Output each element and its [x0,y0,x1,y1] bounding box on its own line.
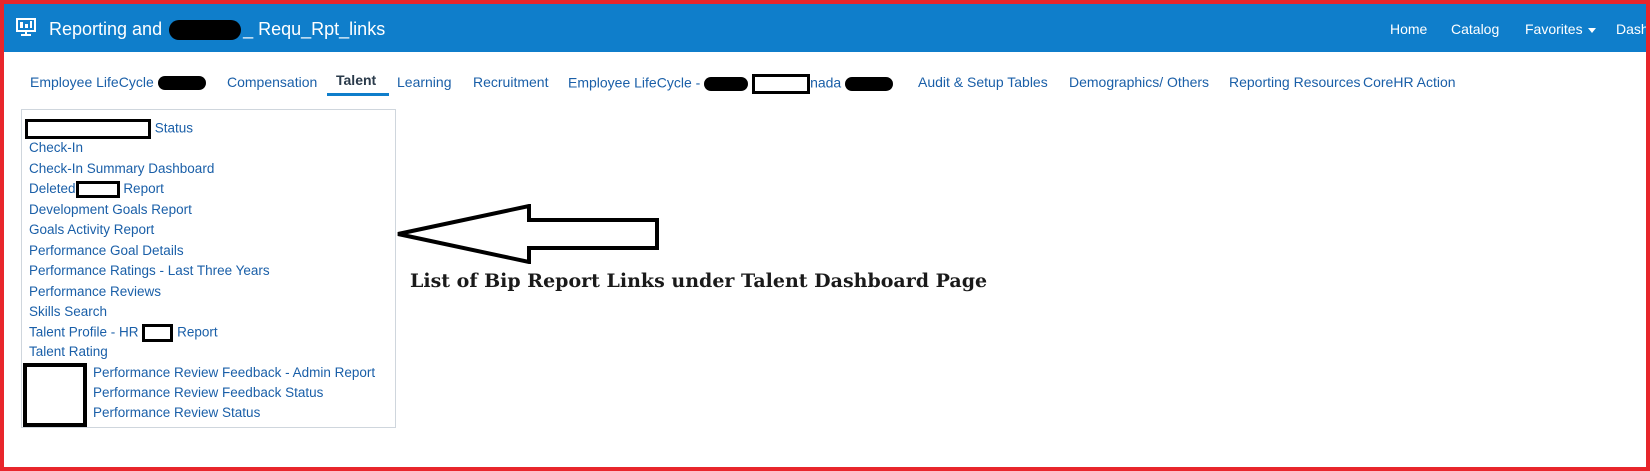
nav-favorites-menu[interactable]: Favorites [1525,21,1596,37]
tab-redaction [845,77,894,91]
report-link-review-feedback-admin[interactable]: Performance Review Feedback - Admin Repo… [93,365,375,381]
dashboard-monitor-icon[interactable] [16,18,36,36]
tab-corehr-action[interactable]: CoreHR Action [1363,74,1456,90]
link-label: Report [177,324,218,340]
annotation-caption: List of Bip Report Links under Talent Da… [410,270,988,292]
report-link-review-feedback-status[interactable]: Performance Review Feedback Status [93,385,323,401]
report-link-deleted-report[interactable]: Deleted Report [29,181,164,198]
link-label: Talent Profile - HR [29,324,139,340]
link-redaction-box [142,324,174,342]
tab-employee-lifecycle-regional[interactable]: Employee LifeCycle - nada [568,74,894,94]
tab-redaction-box [752,74,811,94]
tab-learning[interactable]: Learning [397,74,452,90]
report-link-check-in-summary[interactable]: Check-In Summary Dashboard [29,161,214,177]
nav-home-link[interactable]: Home [1390,21,1427,37]
link-redaction-box [75,181,120,198]
redaction-block [23,363,87,427]
tab-label: Employee LifeCycle [30,74,154,90]
report-link-performance-goal-details[interactable]: Performance Goal Details [29,243,184,259]
tab-compensation[interactable]: Compensation [227,74,317,90]
caret-down-icon [1587,27,1596,33]
nav-catalog-link[interactable]: Catalog [1451,21,1499,37]
tab-audit-setup-tables[interactable]: Audit & Setup Tables [918,74,1048,90]
page-title: Reporting and _ Requ_Rpt_links [49,18,386,41]
tab-redaction [704,77,749,91]
nav-favorites-label: Favorites [1525,21,1583,37]
link-label: Status [154,120,194,136]
title-redaction [169,20,242,41]
report-link-check-in[interactable]: Check-In [29,140,83,156]
report-link-performance-reviews[interactable]: Performance Reviews [29,284,161,300]
report-link-development-goals[interactable]: Development Goals Report [29,202,192,218]
title-prefix: Reporting and [49,19,163,39]
report-links-panel: Status Check-In Check-In Summary Dashboa… [21,109,396,428]
title-suffix: _ Requ_Rpt_links [243,19,386,39]
report-link-goals-activity[interactable]: Goals Activity Report [29,222,154,238]
link-label: Deleted [29,181,76,197]
report-link-review-status[interactable]: Performance Review Status [93,405,260,421]
link-label: Report [123,181,164,197]
link-redaction-box [25,119,151,139]
tab-reporting-resources[interactable]: Reporting Resources [1229,74,1361,90]
report-link-performance-ratings[interactable]: Performance Ratings - Last Three Years [29,263,270,279]
active-tab-indicator [327,93,389,96]
nav-dashboards-link[interactable]: Dash [1616,21,1646,37]
report-link-talent-profile-hr[interactable]: Talent Profile - HR Report [29,324,218,342]
tab-employee-lifecycle[interactable]: Employee LifeCycle [30,74,206,91]
annotation-arrow-icon [397,204,659,264]
tab-demographics-others[interactable]: Demographics/ Others [1069,74,1209,90]
tab-redaction [157,76,206,91]
tab-label-mid: nada [810,74,842,91]
dashboard-tabs: Employee LifeCycle Compensation Talent L… [0,66,1646,96]
report-link-talent-rating[interactable]: Talent Rating [29,344,108,360]
report-link-skills-search[interactable]: Skills Search [29,304,107,320]
report-link-status[interactable]: Status [25,119,194,139]
tab-label: Employee LifeCycle - [568,74,701,91]
tab-recruitment[interactable]: Recruitment [473,74,548,90]
header-bar: Reporting and _ Requ_Rpt_links Home Cata… [4,4,1646,52]
tab-talent[interactable]: Talent [336,72,376,88]
